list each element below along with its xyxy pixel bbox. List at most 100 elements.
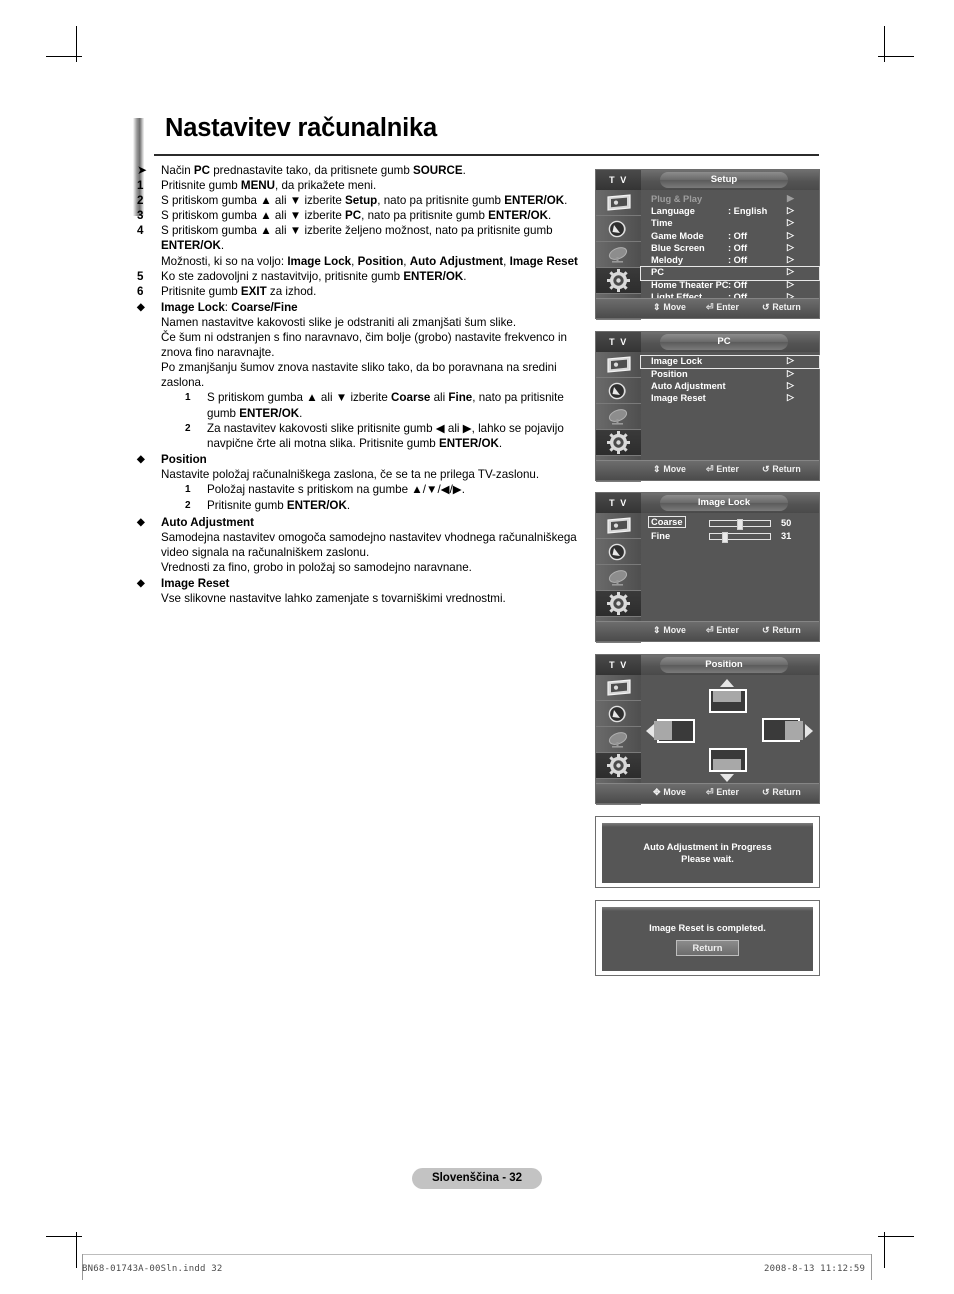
hint-move: ✥ Move bbox=[653, 787, 686, 797]
osd-tv-label: T V bbox=[596, 655, 641, 675]
chevron-right-icon: ▷ bbox=[787, 229, 794, 240]
fine-slider[interactable] bbox=[709, 532, 771, 543]
updown-icon: ⇕ bbox=[653, 302, 661, 312]
bullet-image-lock: ◆ Image Lock: Coarse/Fine Namen nastavit… bbox=[137, 300, 589, 451]
step-text: Pritisnite gumb EXIT za izhod. bbox=[161, 284, 317, 298]
osd-image-lock-menu[interactable]: T V Image Lock Coarse 50 Fine 31 ⇕ Move … bbox=[595, 492, 820, 643]
channel-icon[interactable] bbox=[596, 565, 641, 591]
substep-1: 1 Položaj nastavite s pritiskom na gumbe… bbox=[185, 482, 589, 498]
arrow-left-icon[interactable] bbox=[646, 724, 654, 738]
osd-title: Image Lock bbox=[660, 495, 788, 511]
osd-title: Setup bbox=[660, 172, 788, 188]
osd-position-menu[interactable]: T V Position ✥ Move ⏎ Enter ↺ Return bbox=[595, 654, 820, 805]
hint-enter: ⏎ Enter bbox=[706, 302, 739, 312]
print-timestamp: 2008-8-13 11:12:59 bbox=[764, 1264, 866, 1274]
setup-icon[interactable] bbox=[596, 430, 641, 456]
menu-item-auto-adjustment[interactable]: Auto Adjustment ▷ bbox=[641, 380, 819, 393]
updown-icon: ⇕ bbox=[653, 464, 661, 474]
picture-icon[interactable] bbox=[596, 352, 641, 378]
slider-knob[interactable] bbox=[737, 519, 743, 530]
arrow-down-icon[interactable] bbox=[720, 774, 734, 782]
osd-setup-menu[interactable]: T V Setup Plug & Play ▶ Language : Engli… bbox=[595, 169, 820, 320]
four-way-icon: ✥ bbox=[653, 787, 661, 797]
step-text: Pritisnite gumb MENU, da prikažete meni. bbox=[161, 179, 377, 193]
slider-knob[interactable] bbox=[722, 532, 728, 543]
arrow-up-icon[interactable] bbox=[720, 679, 734, 687]
menu-item-position[interactable]: Position ▷ bbox=[641, 367, 819, 381]
setup-icon[interactable] bbox=[596, 591, 641, 617]
note-arrow-icon: ➤ bbox=[137, 163, 148, 177]
sound-icon[interactable] bbox=[596, 216, 641, 242]
return-button[interactable]: Return bbox=[675, 940, 740, 956]
step-number: 3 bbox=[137, 209, 144, 223]
menu-item-home-theater-pc[interactable]: Home Theater PC : Off ▷ bbox=[641, 279, 819, 292]
step-number: 2 bbox=[137, 194, 144, 208]
return-icon: ↺ bbox=[762, 302, 770, 312]
hint-enter: ⏎ Enter bbox=[706, 787, 739, 797]
menu-item-plug-and-play[interactable]: Plug & Play ▶ bbox=[641, 193, 819, 206]
menu-item-language[interactable]: Language : English ▷ bbox=[641, 205, 819, 218]
return-icon: ↺ bbox=[762, 464, 770, 474]
arrow-right-icon[interactable] bbox=[805, 724, 813, 738]
sound-icon[interactable] bbox=[596, 701, 641, 727]
menu-item-label: Image Reset bbox=[651, 393, 706, 404]
hint-return: ↺ Return bbox=[762, 464, 801, 474]
position-diagram[interactable] bbox=[641, 675, 819, 784]
page-title: Nastavitev računalnika bbox=[165, 114, 437, 142]
sound-icon[interactable] bbox=[596, 378, 641, 404]
bullet-paragraph: Po zmanjšanju šumov znova nastavite slik… bbox=[161, 361, 557, 390]
step-text: S pritiskom gumba ▲ ali ▼ izberite PC, n… bbox=[161, 209, 552, 223]
note-row: ➤ Način PC prednastavite tako, da pritis… bbox=[137, 163, 589, 178]
menu-item-value: : Off bbox=[728, 230, 748, 241]
chevron-right-icon: ▷ bbox=[787, 279, 794, 290]
picture-icon[interactable] bbox=[596, 190, 641, 216]
menu-item-label: Image Lock bbox=[651, 356, 703, 366]
menu-item-blue-screen[interactable]: Blue Screen : Off ▷ bbox=[641, 242, 819, 255]
slider-row-fine[interactable]: Fine 31 bbox=[641, 531, 819, 543]
channel-icon[interactable] bbox=[596, 727, 641, 753]
step-5: 5 Ko ste zadovoljni z nastavitvijo, prit… bbox=[137, 269, 589, 284]
substep-number: 2 bbox=[185, 422, 191, 434]
osd-title: PC bbox=[660, 334, 788, 350]
print-rule bbox=[82, 1254, 872, 1255]
osd-title: Position bbox=[660, 657, 788, 673]
substep-number: 1 bbox=[185, 392, 191, 404]
menu-item-value: : Off bbox=[728, 280, 748, 291]
menu-item-time[interactable]: Time ▷ bbox=[641, 217, 819, 230]
picture-icon[interactable] bbox=[596, 513, 641, 539]
menu-item-image-reset[interactable]: Image Reset ▷ bbox=[641, 392, 819, 405]
step-1: 1 Pritisnite gumb MENU, da prikažete men… bbox=[137, 178, 589, 193]
setup-icon[interactable] bbox=[596, 268, 641, 294]
osd-pc-menu[interactable]: T V PC Image Lock ▷ Position ▷ Auto Adju… bbox=[595, 331, 820, 482]
chevron-right-icon: ▷ bbox=[787, 380, 794, 391]
substeps: 1 Položaj nastavite s pritiskom na gumbe… bbox=[185, 482, 589, 514]
enter-icon: ⏎ bbox=[706, 464, 714, 474]
slider-value: 31 bbox=[781, 531, 792, 541]
return-icon: ↺ bbox=[762, 787, 770, 797]
crop-mark-bottom-left-vertical bbox=[76, 1232, 77, 1268]
picture-icon[interactable] bbox=[596, 675, 641, 701]
dialog-image-reset: Image Reset is completed. Return bbox=[595, 900, 820, 976]
channel-icon[interactable] bbox=[596, 242, 641, 268]
bullet-heading: Position bbox=[161, 452, 207, 466]
menu-item-pc[interactable]: PC ▷ bbox=[640, 266, 820, 281]
menu-item-image-lock[interactable]: Image Lock ▷ bbox=[640, 354, 820, 370]
chevron-right-icon: ▷ bbox=[787, 367, 794, 378]
slider-row-coarse[interactable]: Coarse 50 bbox=[641, 516, 819, 530]
substep-text: Položaj nastavite s pritiskom na gumbe ▲… bbox=[207, 482, 465, 496]
menu-item-game-mode[interactable]: Game Mode : Off ▷ bbox=[641, 229, 819, 243]
crop-mark-bottom-right-vertical bbox=[884, 1232, 885, 1268]
menu-item-value: : Off bbox=[728, 242, 748, 253]
chevron-right-icon: ▷ bbox=[787, 217, 794, 228]
chevron-right-icon: ▶ bbox=[787, 193, 794, 203]
channel-icon[interactable] bbox=[596, 404, 641, 430]
menu-item-melody[interactable]: Melody : Off ▷ bbox=[641, 254, 819, 267]
substep-2: 2 Pritisnite gumb ENTER/OK. bbox=[185, 498, 589, 514]
sound-icon[interactable] bbox=[596, 539, 641, 565]
instructions-column: ➤ Način PC prednastavite tako, da pritis… bbox=[137, 163, 589, 607]
coarse-slider[interactable] bbox=[709, 519, 771, 530]
step-number: 4 bbox=[137, 224, 144, 238]
setup-icon[interactable] bbox=[596, 753, 641, 779]
hint-move: ⇕ Move bbox=[653, 302, 686, 312]
bullet-paragraph: Vrednosti za fino, grobo in položaj so s… bbox=[161, 561, 472, 575]
